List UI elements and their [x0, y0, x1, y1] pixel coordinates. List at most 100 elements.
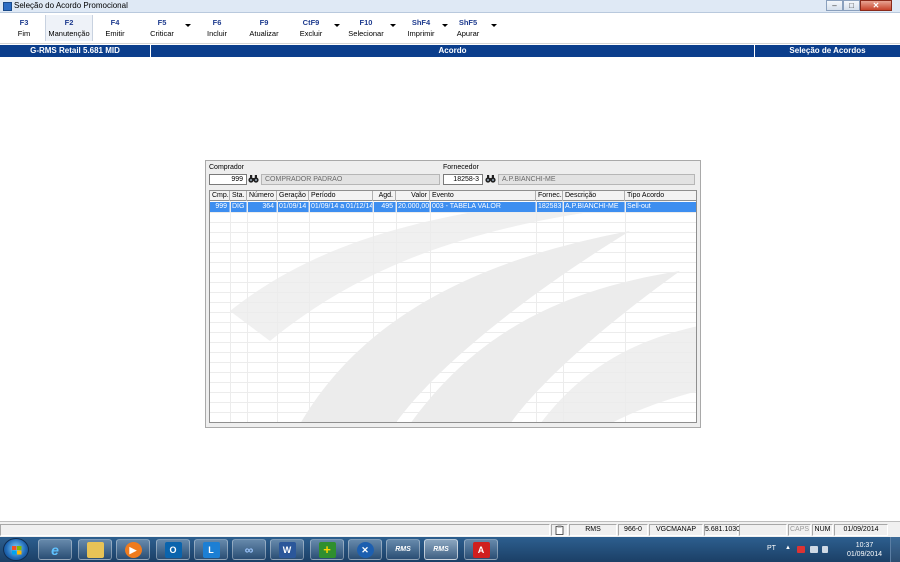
status-spacer: [739, 524, 787, 536]
taskbar-lync[interactable]: L: [194, 539, 228, 560]
apurar-dropdown-icon[interactable]: [491, 24, 497, 27]
acordos-grid[interactable]: Cmp. Sta. Número Geração Período Agd. Va…: [209, 190, 697, 423]
col-header[interactable]: Cmp.: [210, 191, 230, 201]
excluir-dropdown-icon[interactable]: [334, 24, 340, 27]
work-area: Comprador 999 COMPRADOR PADRAO Fornecedo…: [0, 58, 900, 520]
status-code: 966-0: [618, 524, 648, 536]
clock[interactable]: 10:37 01/09/2014: [847, 541, 882, 559]
word-icon: W: [278, 541, 296, 558]
tool-manutencao-button[interactable]: F2 Manutenção: [45, 15, 93, 41]
grid-col-line: [247, 201, 248, 422]
language-indicator[interactable]: PT: [767, 545, 776, 552]
x-app-icon: ✕: [356, 541, 374, 558]
minimize-button[interactable]: –: [826, 0, 843, 11]
status-clipboard-icon[interactable]: [551, 524, 568, 536]
col-header[interactable]: Agd.: [373, 191, 396, 201]
show-desktop-button[interactable]: [890, 537, 900, 562]
status-user: VGCMANAP: [649, 524, 703, 536]
col-header[interactable]: Descrição: [563, 191, 625, 201]
taskbar-rms-1[interactable]: RMS: [386, 539, 420, 560]
selecionar-dropdown-icon[interactable]: [390, 24, 396, 27]
tool-key: ShF4: [411, 18, 431, 27]
tool-excluir-button[interactable]: CtF9 Excluir: [296, 17, 326, 39]
tool-key: ShF5: [458, 18, 478, 27]
grid-row-line: [210, 302, 696, 303]
grid-row-line: [210, 242, 696, 243]
comprador-code-input[interactable]: 999: [209, 174, 247, 185]
status-bar: RMS 966-0 VGCMANAP 5.681.1030 CAPS NUM 0…: [0, 521, 900, 537]
maximize-button[interactable]: □: [843, 0, 860, 11]
outlook-icon: O: [164, 541, 182, 558]
taskbar-file-explorer[interactable]: [78, 539, 112, 560]
action-center-icon[interactable]: [797, 546, 805, 553]
tool-key: F3: [19, 18, 29, 27]
col-header[interactable]: Geração: [277, 191, 309, 201]
taskbar-internet-explorer[interactable]: e: [38, 539, 72, 560]
cell-numero: 364: [247, 202, 277, 212]
start-button[interactable]: [3, 538, 29, 561]
header-bar: G-RMS Retail 5.681 MID Acordo Seleção de…: [0, 45, 900, 57]
taskbar-infinity-app[interactable]: ∞: [232, 539, 266, 560]
screen-title: Seleção de Acordos: [789, 46, 866, 55]
tool-apurar-button[interactable]: ShF5 Apurar: [454, 17, 482, 39]
taskbar-plus-app[interactable]: +: [310, 539, 344, 560]
status-num: NUM: [812, 524, 833, 536]
tool-label: Excluir: [299, 29, 323, 38]
fornecedor-code-input[interactable]: 18258-3: [443, 174, 483, 185]
grid-row-line: [210, 292, 696, 293]
col-header[interactable]: Período: [309, 191, 373, 201]
cell-valor: 20.000,00: [398, 202, 430, 212]
tool-criticar-button[interactable]: F5 Criticar: [145, 17, 179, 39]
tool-selecionar-button[interactable]: F10 Selecionar: [347, 17, 385, 39]
grid-col-line: [625, 201, 626, 422]
tool-imprimir-button[interactable]: ShF4 Imprimir: [404, 17, 438, 39]
fornecedor-search-icon[interactable]: [485, 174, 496, 185]
folder-icon: [86, 541, 104, 558]
grid-row-line: [210, 332, 696, 333]
grid-header: Cmp. Sta. Número Geração Período Agd. Va…: [210, 191, 696, 201]
grid-row-line: [210, 342, 696, 343]
criticar-dropdown-icon[interactable]: [185, 24, 191, 27]
tool-label: Atualizar: [249, 29, 279, 38]
grid-row-line: [210, 282, 696, 283]
comprador-label: Comprador: [209, 164, 245, 171]
grid-row-line: [210, 422, 697, 423]
imprimir-dropdown-icon[interactable]: [442, 24, 448, 27]
col-header[interactable]: Evento: [430, 191, 536, 201]
taskbar-x-app[interactable]: ✕: [348, 539, 382, 560]
tool-fim-button[interactable]: F3 Fim: [10, 17, 38, 39]
taskbar-media-player[interactable]: ▶: [116, 539, 150, 560]
comprador-name-field: COMPRADOR PADRAO: [261, 174, 440, 185]
col-header[interactable]: Tipo Acordo: [625, 191, 696, 201]
tool-label: Imprimir: [407, 29, 435, 38]
tool-emitir-button[interactable]: F4 Emitir: [100, 17, 130, 39]
network-icon[interactable]: [810, 546, 818, 553]
table-row[interactable]: 999 DIG 364 01/09/14 01/09/14 a 01/12/14…: [210, 202, 696, 212]
grid-row-line: [210, 352, 696, 353]
tool-label: Apurar: [456, 29, 480, 38]
taskbar-word[interactable]: W: [270, 539, 304, 560]
grid-row-line: [210, 252, 696, 253]
lync-icon: L: [202, 541, 220, 558]
status-date: 01/09/2014: [834, 524, 888, 536]
tool-key: F5: [157, 18, 167, 27]
col-header[interactable]: Fornec.: [536, 191, 563, 201]
taskbar-outlook[interactable]: O: [156, 539, 190, 560]
close-button[interactable]: ✕: [860, 0, 892, 11]
tray-expand-icon[interactable]: ▲: [785, 545, 791, 551]
grid-row-line: [210, 312, 696, 313]
tool-atualizar-button[interactable]: F9 Atualizar: [246, 17, 282, 39]
tool-key: F9: [259, 18, 269, 27]
col-header[interactable]: Valor: [396, 191, 430, 201]
col-header[interactable]: Número: [247, 191, 277, 201]
grid-row-line: [210, 362, 696, 363]
grid-row-line: [210, 402, 696, 403]
volume-icon[interactable]: [822, 546, 828, 553]
col-header[interactable]: Sta.: [230, 191, 247, 201]
tool-incluir-button[interactable]: F6 Incluir: [202, 17, 232, 39]
comprador-search-icon[interactable]: [248, 174, 259, 185]
taskbar-rms-2[interactable]: RMS: [424, 539, 458, 560]
internet-explorer-icon: e: [51, 541, 59, 558]
tool-label: Manutenção: [48, 29, 90, 38]
taskbar-acrobat[interactable]: A: [464, 539, 498, 560]
